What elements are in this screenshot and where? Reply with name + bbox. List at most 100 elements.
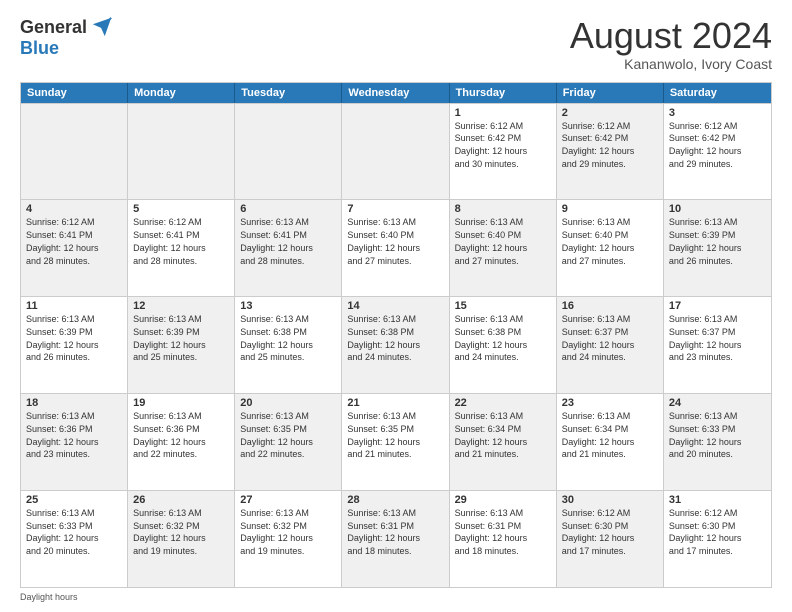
cell-info-line: and 23 minutes. <box>26 449 122 461</box>
day-number: 30 <box>562 494 658 506</box>
cell-info-line: Sunset: 6:35 PM <box>347 424 443 436</box>
cell-info-line: Daylight: 12 hours <box>455 533 551 545</box>
cell-info-line: Sunset: 6:42 PM <box>455 133 551 145</box>
cell-info-line: Daylight: 12 hours <box>240 340 336 352</box>
cell-info-line: Sunrise: 6:13 AM <box>347 217 443 229</box>
cell-info-line: Sunrise: 6:13 AM <box>133 508 229 520</box>
cell-info-line: and 26 minutes. <box>669 256 766 268</box>
logo: General Blue <box>20 16 113 59</box>
cell-info-line: Sunrise: 6:13 AM <box>562 314 658 326</box>
cell-info-line: Sunrise: 6:12 AM <box>562 121 658 133</box>
day-number: 4 <box>26 203 122 215</box>
calendar-row-3: 11 Sunrise: 6:13 AM Sunset: 6:39 PM Dayligh… <box>21 296 771 393</box>
cell-info-line: Sunset: 6:30 PM <box>562 521 658 533</box>
calendar-cell-23: 23Sunrise: 6:13 AMSunset: 6:34 PMDayligh… <box>557 394 664 490</box>
day-number: 23 <box>562 397 658 409</box>
day-number: 11 <box>26 300 122 312</box>
day-number: 16 <box>562 300 658 312</box>
cell-info-line: Sunset: 6:31 PM <box>347 521 443 533</box>
cell-info-line: and 24 minutes. <box>455 352 551 364</box>
cell-info-line: Sunrise: 6:12 AM <box>133 217 229 229</box>
header-day-monday: Monday <box>128 83 235 103</box>
cell-info-line: Daylight: 12 hours <box>562 533 658 545</box>
cell-info-line: and 17 minutes. <box>669 546 766 558</box>
cell-info-line: Sunset: 6:32 PM <box>240 521 336 533</box>
cell-info-line: Sunset: 6:34 PM <box>455 424 551 436</box>
cell-info-line: Sunset: 6:39 PM <box>133 327 229 339</box>
calendar-cell-12: 12Sunrise: 6:13 AMSunset: 6:39 PMDayligh… <box>128 297 235 393</box>
calendar-cell-20: 20Sunrise: 6:13 AMSunset: 6:35 PMDayligh… <box>235 394 342 490</box>
cell-info-line: Sunrise: 6:13 AM <box>240 217 336 229</box>
day-number: 19 <box>133 397 229 409</box>
cell-info-line: Sunset: 6:38 PM <box>347 327 443 339</box>
cell-info-line: Sunrise: 6:13 AM <box>347 411 443 423</box>
title-block: August 2024 Kananwolo, Ivory Coast <box>570 16 772 72</box>
calendar-cell-empty-0-2 <box>235 104 342 200</box>
day-number: 3 <box>669 107 766 119</box>
cell-info-line: Daylight: 12 hours <box>26 437 122 449</box>
logo-general-text: General <box>20 17 87 38</box>
calendar-cell-empty-0-3 <box>342 104 449 200</box>
day-number: 29 <box>455 494 551 506</box>
cell-info-line: and 24 minutes. <box>562 352 658 364</box>
cell-info-line: Sunrise: 6:13 AM <box>455 314 551 326</box>
cell-info-line: Sunrise: 6:13 AM <box>455 508 551 520</box>
calendar-page: General Blue August 2024 Kananwolo, Ivor… <box>0 0 792 612</box>
header-day-wednesday: Wednesday <box>342 83 449 103</box>
footer-note: Daylight hours <box>20 592 772 602</box>
cell-info-line: Daylight: 12 hours <box>347 437 443 449</box>
day-number: 13 <box>240 300 336 312</box>
cell-info-line: Daylight: 12 hours <box>455 340 551 352</box>
cell-info-line: and 22 minutes. <box>240 449 336 461</box>
cell-info-line: Daylight: 12 hours <box>562 146 658 158</box>
day-number: 10 <box>669 203 766 215</box>
cell-info-line: Daylight: 12 hours <box>133 533 229 545</box>
cell-info-line: Daylight: 12 hours <box>455 243 551 255</box>
calendar-cell-19: 19Sunrise: 6:13 AMSunset: 6:36 PMDayligh… <box>128 394 235 490</box>
day-number: 27 <box>240 494 336 506</box>
cell-info-line: Sunset: 6:33 PM <box>669 424 766 436</box>
calendar-cell-16: 16Sunrise: 6:13 AMSunset: 6:37 PMDayligh… <box>557 297 664 393</box>
cell-info-line: and 28 minutes. <box>26 256 122 268</box>
calendar-row-4: 18Sunrise: 6:13 AMSunset: 6:36 PMDayligh… <box>21 393 771 490</box>
day-number: 7 <box>347 203 443 215</box>
cell-info-line: and 20 minutes. <box>26 546 122 558</box>
calendar-cell-1: 1Sunrise: 6:12 AMSunset: 6:42 PMDaylight… <box>450 104 557 200</box>
cell-info-line: Sunrise: 6:13 AM <box>455 411 551 423</box>
cell-info-line: Sunset: 6:36 PM <box>26 424 122 436</box>
day-number: 15 <box>455 300 551 312</box>
cell-info-line: and 29 minutes. <box>669 159 766 171</box>
cell-info-line: and 24 minutes. <box>347 352 443 364</box>
day-number: 26 <box>133 494 229 506</box>
cell-info-line: Daylight: 12 hours <box>240 243 336 255</box>
day-number: 22 <box>455 397 551 409</box>
calendar-cell-11: 11Sunrise: 6:13 AMSunset: 6:39 PMDayligh… <box>21 297 128 393</box>
cell-info-line: and 23 minutes. <box>669 352 766 364</box>
cell-info-line: Daylight: 12 hours <box>347 533 443 545</box>
calendar: SundayMondayTuesdayWednesdayThursdayFrid… <box>20 82 772 588</box>
day-number: 5 <box>133 203 229 215</box>
cell-info-line: Sunset: 6:41 PM <box>133 230 229 242</box>
cell-info-line: and 17 minutes. <box>562 546 658 558</box>
calendar-cell-3: 3Sunrise: 6:12 AMSunset: 6:42 PMDaylight… <box>664 104 771 200</box>
cell-info-line: Sunrise: 6:13 AM <box>669 411 766 423</box>
calendar-cell-14: 14Sunrise: 6:13 AMSunset: 6:38 PMDayligh… <box>342 297 449 393</box>
cell-info-line: Daylight: 12 hours <box>240 533 336 545</box>
cell-info-line: and 28 minutes. <box>133 256 229 268</box>
cell-info-line: and 29 minutes. <box>562 159 658 171</box>
cell-info-line: and 22 minutes. <box>133 449 229 461</box>
cell-info-line: and 21 minutes. <box>347 449 443 461</box>
cell-info-line: Sunset: 6:40 PM <box>455 230 551 242</box>
cell-info-line: and 19 minutes. <box>133 546 229 558</box>
day-number: 8 <box>455 203 551 215</box>
calendar-cell-2: 2Sunrise: 6:12 AMSunset: 6:42 PMDaylight… <box>557 104 664 200</box>
calendar-cell-24: 24Sunrise: 6:13 AMSunset: 6:33 PMDayligh… <box>664 394 771 490</box>
cell-info-line: Sunrise: 6:13 AM <box>669 217 766 229</box>
calendar-cell-27: 27Sunrise: 6:13 AMSunset: 6:32 PMDayligh… <box>235 491 342 587</box>
day-number: 1 <box>455 107 551 119</box>
header-day-friday: Friday <box>557 83 664 103</box>
cell-info-line: Daylight: 12 hours <box>455 437 551 449</box>
day-number: 14 <box>347 300 443 312</box>
calendar-cell-29: 29Sunrise: 6:13 AMSunset: 6:31 PMDayligh… <box>450 491 557 587</box>
cell-info-line: and 25 minutes. <box>240 352 336 364</box>
